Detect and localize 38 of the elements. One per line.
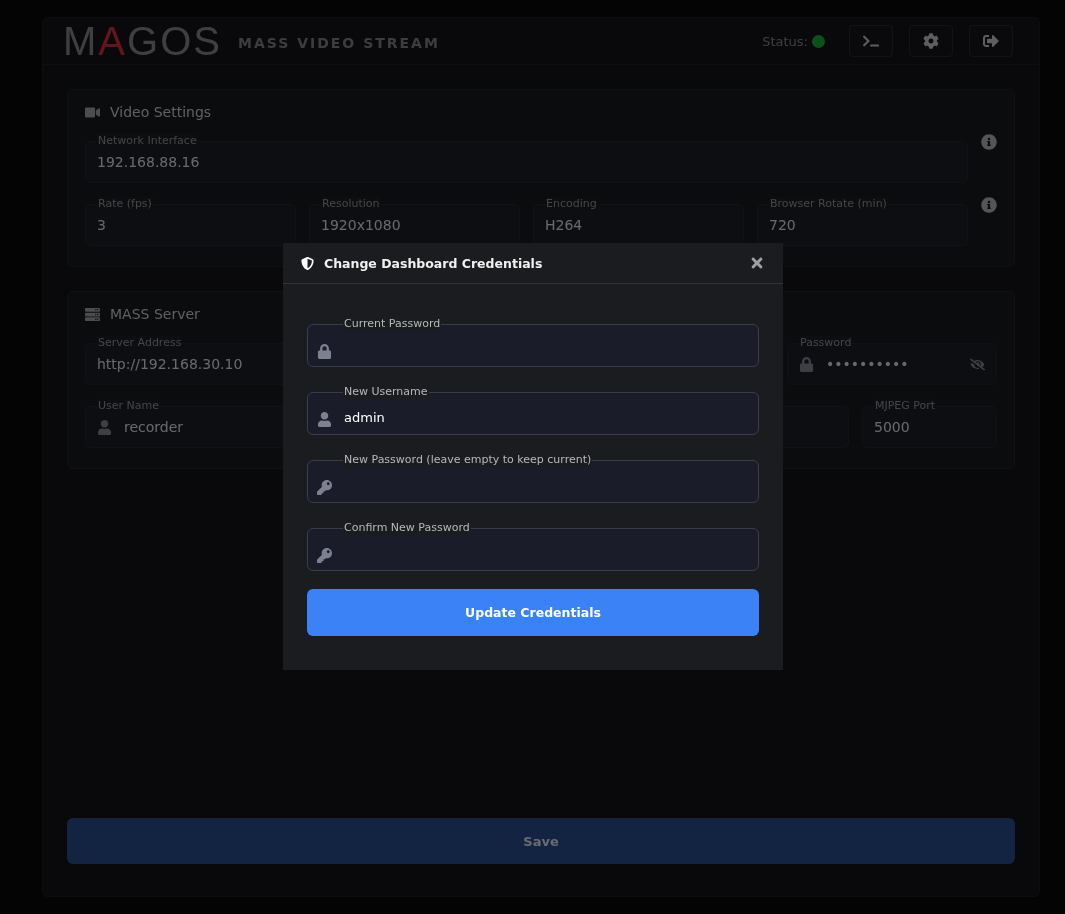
field-label: Current Password (343, 317, 442, 331)
info-icon[interactable] (981, 197, 997, 213)
mjpeg-port-field[interactable]: MJPEG Port 5000 (862, 399, 997, 448)
user-icon (97, 419, 112, 435)
settings-button[interactable] (909, 25, 953, 57)
field-label: New Password (leave empty to keep current) (343, 453, 593, 467)
sign-out-icon (983, 33, 999, 49)
logout-button[interactable] (969, 25, 1013, 57)
password-field[interactable]: Password •••••••••• (787, 336, 997, 385)
server-icon (85, 306, 100, 322)
card-title: MASS Server (110, 306, 200, 322)
card-title: Video Settings (110, 104, 212, 120)
field-label: Encoding (545, 197, 598, 211)
dialog-title: Change Dashboard Credentials (324, 255, 544, 271)
settings-icon (923, 33, 939, 49)
setting-field[interactable]: Rate (fps) 3 (85, 197, 296, 246)
field-label: Rate (fps) (97, 197, 153, 211)
eye-slash-icon[interactable] (970, 356, 985, 372)
input-field[interactable]: Confirm New Password (307, 521, 759, 571)
field-label: New Username (343, 385, 429, 399)
key-icon (317, 548, 332, 563)
terminal-icon (863, 33, 879, 49)
input-field[interactable]: New Username admin (307, 385, 759, 435)
field-label: MJPEG Port (874, 399, 937, 413)
field-label: Confirm New Password (343, 521, 471, 535)
save-button[interactable]: Save (67, 818, 1015, 864)
lock-icon (317, 344, 332, 359)
input-field[interactable]: New Password (leave empty to keep current) (307, 453, 759, 503)
close-button[interactable] (749, 255, 765, 271)
setting-field[interactable]: Resolution 1920x1080 (309, 197, 520, 246)
lock-icon (799, 356, 814, 372)
update-credentials-button[interactable]: Update Credentials (307, 589, 759, 636)
shield-icon (301, 256, 314, 270)
user-icon (317, 412, 332, 427)
setting-field[interactable]: Encoding H264 (533, 197, 744, 246)
info-icon[interactable] (981, 134, 997, 150)
terminal-button[interactable] (849, 25, 893, 57)
key-icon (317, 480, 332, 495)
